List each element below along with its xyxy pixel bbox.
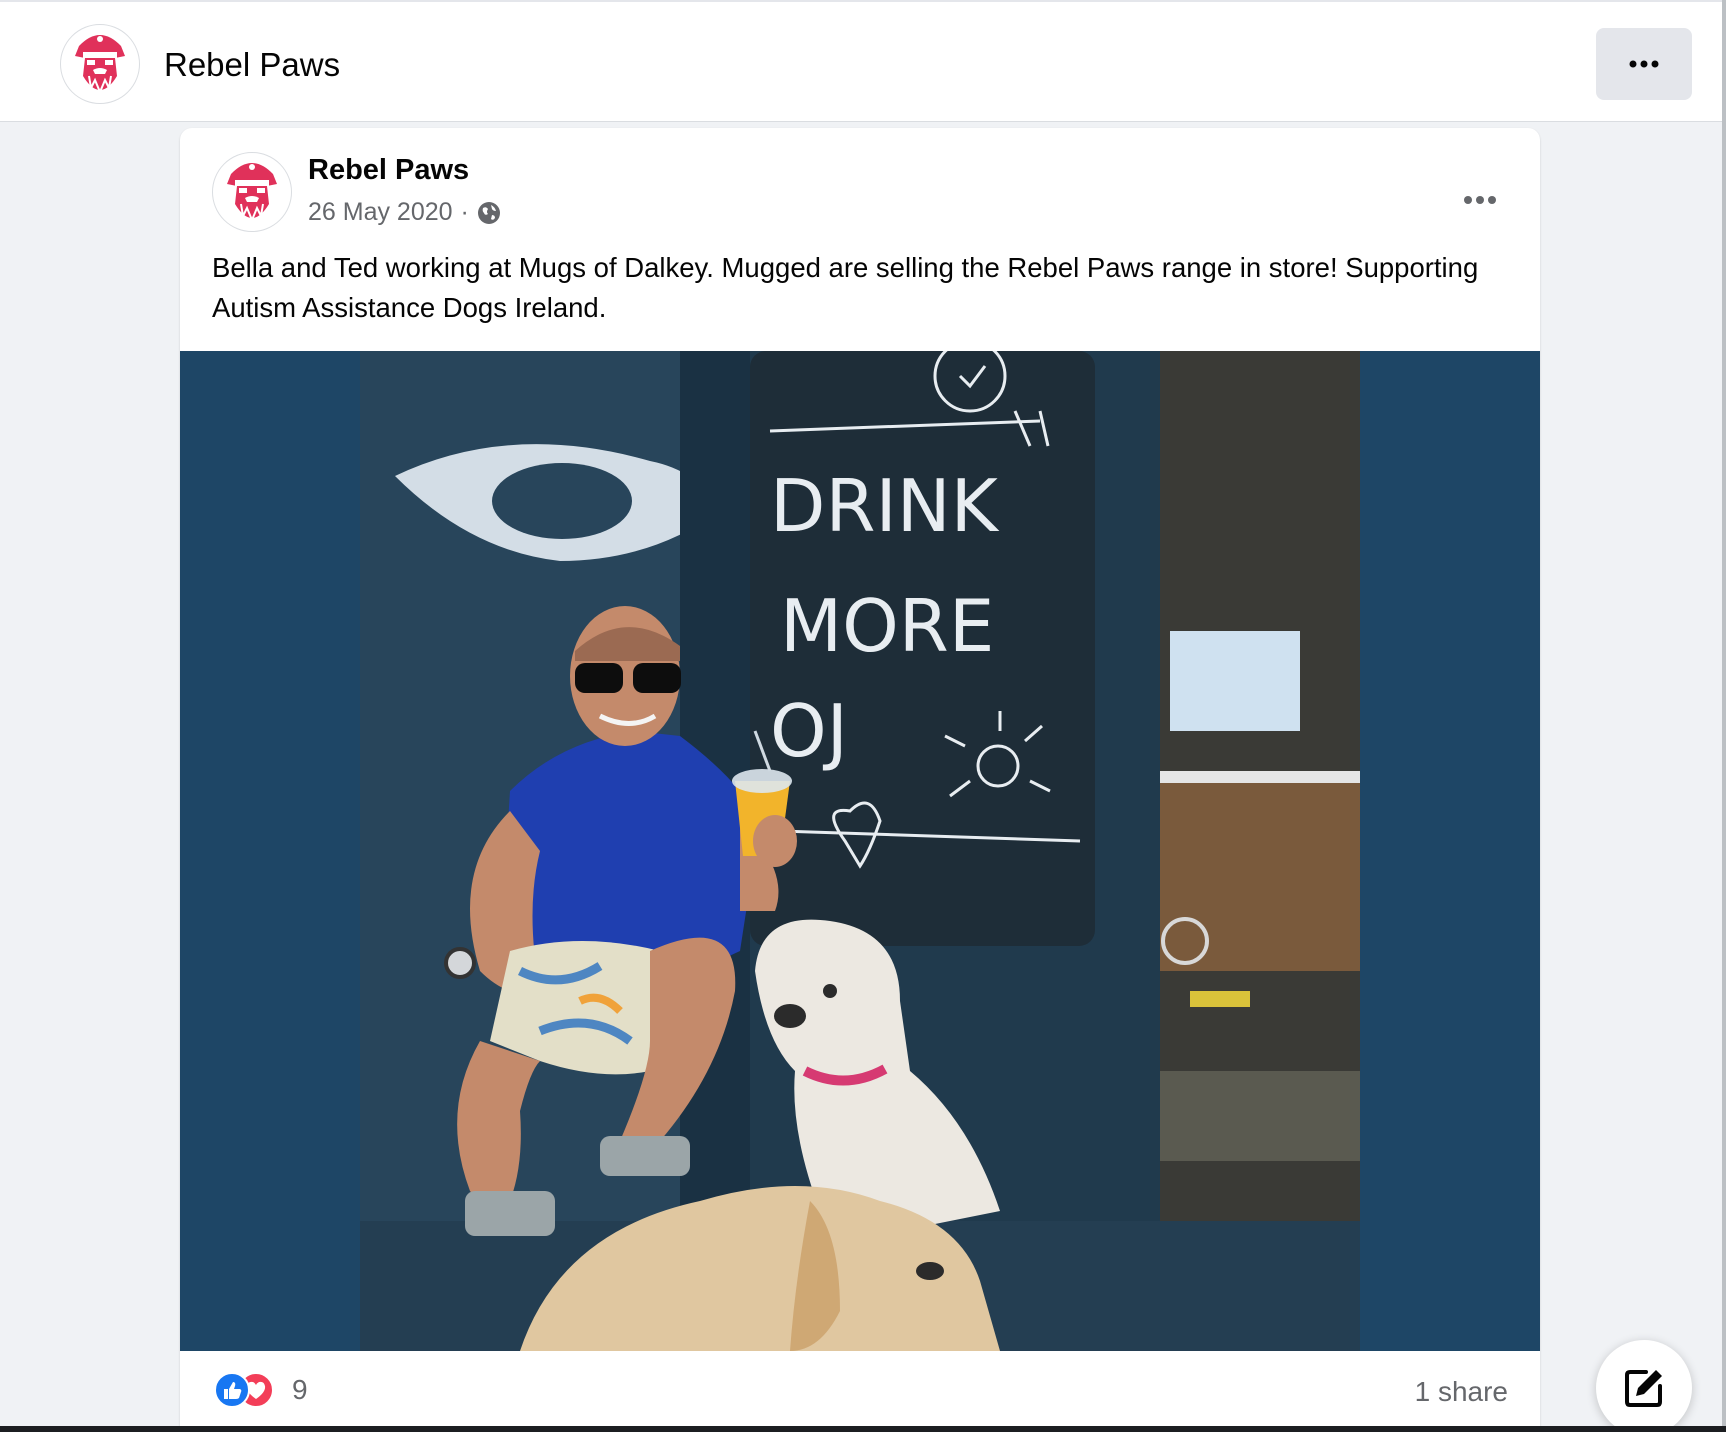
rebel-paws-logo-icon <box>227 163 277 223</box>
chalk-line-2: MORE <box>780 584 994 668</box>
share-count[interactable]: 1 share <box>1415 1376 1508 1408</box>
post-author-name[interactable]: Rebel Paws <box>308 154 469 187</box>
meta-separator: · <box>460 198 469 226</box>
reaction-count: 9 <box>292 1374 308 1405</box>
like-reaction-icon <box>214 1372 250 1408</box>
chalk-line-1: DRINK <box>770 464 1000 548</box>
page-more-button[interactable] <box>1596 28 1692 100</box>
post-card: Rebel Paws 26 May 2020 · Bella and Ted w… <box>180 128 1540 1432</box>
window-bottom-edge <box>0 1426 1726 1432</box>
post-author-avatar[interactable] <box>212 152 292 232</box>
post-date[interactable]: 26 May 2020 <box>308 198 453 227</box>
reactions-summary[interactable]: 9 <box>214 1372 308 1408</box>
globe-icon <box>477 201 500 224</box>
photo-illustration: DRINK MORE OJ <box>180 351 1540 1351</box>
post-text: Bella and Ted working at Mugs of Dalkey.… <box>212 252 1479 323</box>
compose-icon <box>1625 1370 1662 1407</box>
post-more-button[interactable] <box>1448 168 1512 232</box>
post-meta: 26 May 2020 · <box>308 198 501 227</box>
more-horizontal-icon <box>1464 196 1496 204</box>
scrollbar[interactable] <box>1722 0 1726 1432</box>
page-header: Rebel Paws <box>0 0 1726 122</box>
chalk-line-3: OJ <box>770 689 848 773</box>
more-horizontal-icon <box>1629 60 1659 68</box>
page-title[interactable]: Rebel Paws <box>164 46 340 84</box>
compose-button[interactable] <box>1596 1340 1692 1432</box>
post-photo[interactable]: DRINK MORE OJ <box>180 351 1540 1351</box>
page-avatar[interactable] <box>60 24 140 104</box>
rebel-paws-logo-icon <box>75 35 125 95</box>
